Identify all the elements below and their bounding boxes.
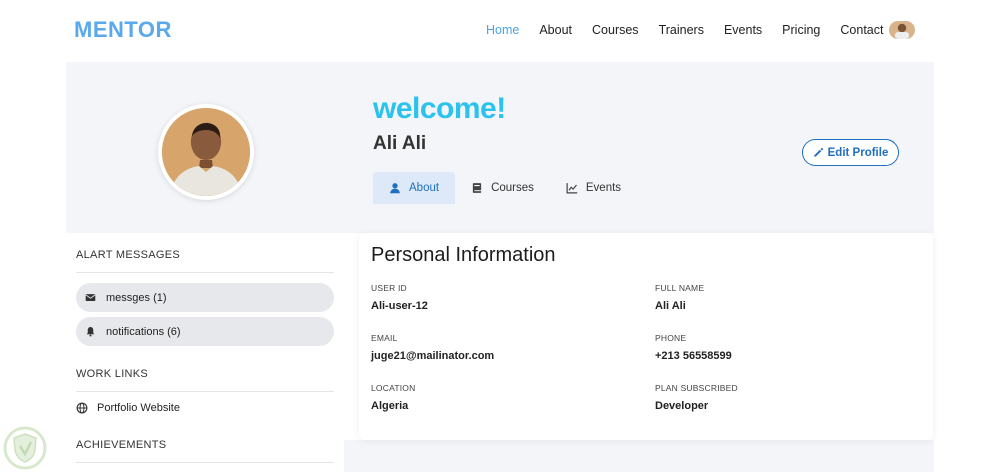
portfolio-link-label: Portfolio Website	[97, 402, 180, 414]
envelope-icon	[85, 294, 96, 301]
tab-events-label: Events	[585, 182, 622, 194]
field-label-user-id: USER ID	[371, 283, 407, 293]
field-label-plan: PLAN SUBSCRIBED	[655, 383, 738, 393]
achievements-section-title: ACHIEVEMENTS	[76, 439, 167, 451]
achievements-divider	[76, 462, 334, 463]
field-value-email: juge21@mailinator.com	[371, 350, 495, 362]
tab-about-label: About	[409, 182, 440, 194]
work-links-divider	[76, 391, 334, 392]
profile-tabs: About Courses Events	[373, 172, 637, 204]
portfolio-link[interactable]: Portfolio Website	[76, 402, 180, 414]
work-links-section-title: WORK LINKS	[76, 368, 149, 380]
tab-events[interactable]: Events	[550, 172, 637, 204]
notifications-item[interactable]: notifications (6)	[76, 317, 334, 346]
field-label-email: EMAIL	[371, 333, 398, 343]
brand-logo[interactable]: MENTOR	[74, 17, 172, 43]
personal-info-card: Personal Information USER ID Ali-user-12…	[359, 233, 933, 440]
user-icon	[390, 183, 400, 194]
field-label-location: LOCATION	[371, 383, 416, 393]
notifications-label: notifications (6)	[106, 325, 181, 338]
profile-avatar	[158, 104, 254, 200]
nav-courses[interactable]: Courses	[592, 23, 639, 37]
profile-name: Ali Ali	[373, 133, 427, 154]
personal-info-title: Personal Information	[371, 244, 556, 266]
alerts-section-title: ALART MESSAGES	[76, 249, 181, 261]
pencil-icon	[814, 147, 823, 157]
globe-icon	[76, 402, 88, 414]
welcome-heading: welcome!	[373, 92, 506, 125]
user-avatar-small[interactable]	[889, 21, 915, 39]
nav-about[interactable]: About	[539, 23, 572, 37]
shield-watermark-icon	[0, 424, 50, 472]
messages-label: messges (1)	[106, 291, 167, 304]
field-value-location: Algeria	[371, 400, 409, 412]
tab-courses[interactable]: Courses	[455, 172, 550, 204]
bell-icon	[86, 327, 95, 337]
field-label-full-name: FULL NAME	[655, 283, 705, 293]
tab-courses-label: Courses	[491, 182, 534, 194]
nav-pricing[interactable]: Pricing	[782, 23, 820, 37]
chart-line-icon	[566, 183, 578, 194]
field-value-user-id: Ali-user-12	[371, 300, 428, 312]
nav-trainers[interactable]: Trainers	[659, 23, 704, 37]
field-value-full-name: Ali Ali	[655, 300, 686, 312]
content-background	[344, 440, 934, 472]
sidebar-card	[66, 233, 344, 472]
page-gutter-right	[934, 62, 1000, 472]
page-gutter-left	[0, 62, 66, 472]
nav-contact[interactable]: Contact	[840, 23, 883, 37]
field-value-plan: Developer	[655, 400, 709, 412]
tab-about[interactable]: About	[373, 172, 456, 204]
nav-home[interactable]: Home	[486, 23, 519, 37]
main-nav: Home About Courses Trainers Events Prici…	[486, 23, 903, 37]
edit-profile-button[interactable]: Edit Profile	[802, 139, 899, 166]
messages-item[interactable]: messges (1)	[76, 283, 334, 312]
site-header: MENTOR Home About Courses Trainers Event…	[0, 0, 1000, 62]
book-icon	[472, 183, 482, 193]
field-label-phone: PHONE	[655, 333, 687, 343]
alerts-divider	[76, 272, 334, 273]
edit-profile-label: Edit Profile	[827, 146, 889, 159]
field-value-phone: +213 56558599	[655, 350, 732, 362]
nav-events[interactable]: Events	[724, 23, 762, 37]
